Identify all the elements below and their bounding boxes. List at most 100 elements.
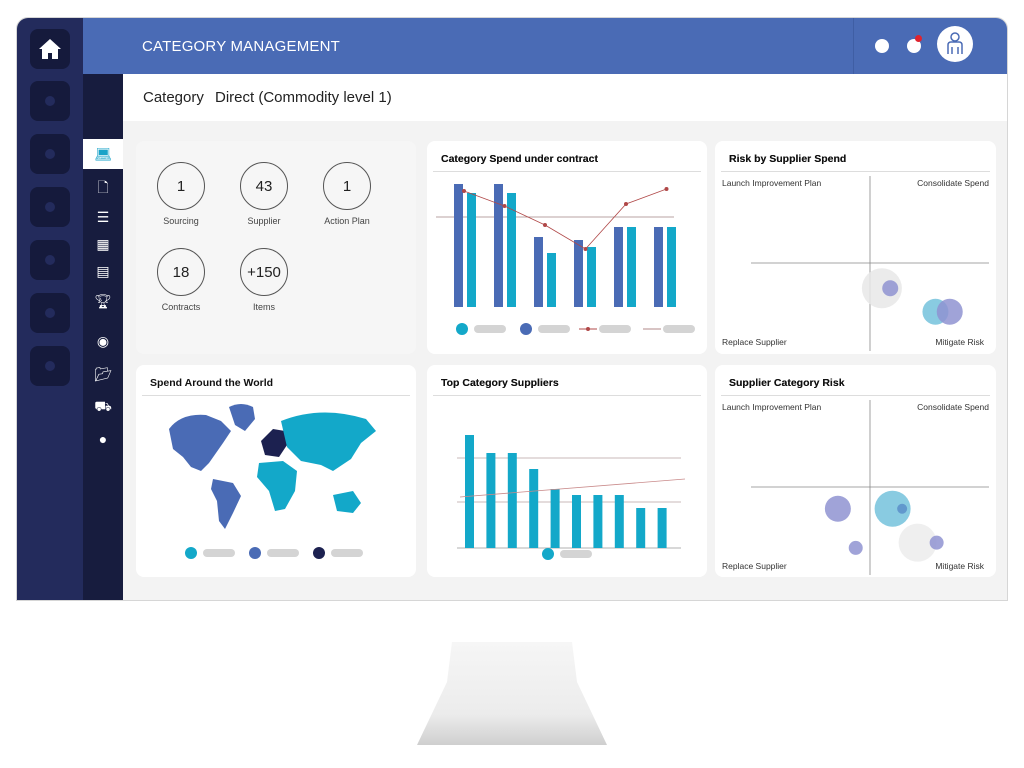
nav-list[interactable]: ☰ <box>83 205 123 229</box>
bubble <box>882 280 899 297</box>
line-point <box>543 223 547 227</box>
notifications-button[interactable] <box>907 35 922 53</box>
stat-supplier[interactable]: 43 Supplier <box>240 162 288 226</box>
stat-value: +150 <box>240 248 288 296</box>
nav-documents[interactable]: 🗋 <box>83 177 123 201</box>
legend-label <box>560 550 592 558</box>
stat-value: 1 <box>323 162 371 210</box>
avatar[interactable] <box>937 26 973 62</box>
stat-label: Items <box>252 302 275 312</box>
map-europe <box>261 429 287 457</box>
legend-label <box>267 549 299 557</box>
quadrant-label: Consolidate Spend <box>917 178 989 188</box>
stat-contracts[interactable]: 18 Contracts <box>157 248 205 312</box>
calendar-icon: ▦ <box>96 235 110 252</box>
stat-action-plan[interactable]: 1 Action Plan <box>323 162 371 226</box>
stat-sourcing[interactable]: 1 Sourcing <box>157 162 205 226</box>
user-icon <box>947 32 963 54</box>
bar <box>667 227 676 307</box>
line-point <box>502 204 507 208</box>
card-spend-world: Spend Around the World <box>136 365 416 577</box>
nav-truck[interactable]: ⛟ <box>83 395 123 419</box>
map-north-america <box>169 414 231 471</box>
folder-icon: 📂︎ <box>94 365 112 382</box>
line-point <box>664 187 669 191</box>
stat-label: Action Plan <box>324 216 370 226</box>
app-button[interactable] <box>30 81 70 121</box>
bar <box>550 489 560 548</box>
card-title: Spend Around the World <box>150 377 274 389</box>
legend-label <box>599 325 631 333</box>
bubble <box>824 495 851 522</box>
legend-marker <box>542 548 554 560</box>
card-supplier-category-risk: Supplier Category Risk Supplier Category… <box>715 365 996 577</box>
app-button[interactable] <box>30 293 70 333</box>
bubble <box>848 540 863 555</box>
map-africa <box>257 461 297 511</box>
bubble <box>936 298 963 325</box>
notification-badge <box>915 35 922 42</box>
bar <box>627 227 636 307</box>
legend-marker <box>520 323 532 335</box>
nav-folder[interactable]: 📂︎ <box>83 362 123 386</box>
nav-trophy[interactable]: 🏆︎ <box>83 289 123 313</box>
nav-chat[interactable]: ● <box>83 427 123 451</box>
section-nav: 💻︎ 🗋 ☰ ▦ ▤ 🏆︎ ◉ 📂︎ ⛟ ● <box>83 74 123 600</box>
list-icon: ☰ <box>96 208 110 225</box>
nav-money[interactable]: ▤ <box>83 259 123 283</box>
app-button[interactable] <box>30 240 70 280</box>
bar <box>572 495 581 548</box>
app-button[interactable] <box>30 346 70 386</box>
app-rail <box>17 18 83 600</box>
quadrant-label: Launch Improvement Plan <box>722 178 822 188</box>
bar <box>614 495 624 548</box>
bar <box>587 247 596 307</box>
category-value[interactable]: Direct (Commodity level 1) <box>215 89 392 106</box>
bar <box>593 495 603 548</box>
legend-marker <box>313 547 325 559</box>
supplier-risk-scatter <box>751 400 989 575</box>
bar <box>614 227 623 307</box>
home-icon <box>39 39 61 59</box>
bar <box>467 193 476 307</box>
stat-items[interactable]: +150 Items <box>240 248 288 312</box>
quadrant-label: Replace Supplier <box>722 561 787 571</box>
app-button[interactable] <box>30 187 70 227</box>
home-button[interactable] <box>30 29 70 69</box>
bar <box>547 253 556 307</box>
category-bar: Category Direct (Commodity level 1) <box>123 74 1007 121</box>
top-suppliers-chart <box>457 435 686 549</box>
trophy-icon: 🏆︎ <box>94 292 112 309</box>
line-point <box>462 189 466 193</box>
stat-value: 18 <box>157 248 205 296</box>
chat-icon: ● <box>98 431 108 447</box>
quadrant-label: Mitigate Risk <box>935 561 984 571</box>
nav-calendar[interactable]: ▦ <box>83 232 123 256</box>
map-asia <box>281 412 376 471</box>
legend-marker <box>643 328 661 330</box>
card-risk-supplier-spend: Risk by Supplier Spend Risk by Supplier … <box>715 141 996 354</box>
documents-icon: 🗋 <box>97 179 109 195</box>
quadrant-label: Replace Supplier <box>722 337 787 347</box>
nav-dashboard[interactable]: 💻︎ <box>83 139 123 169</box>
laptop-icon: 💻︎ <box>94 145 112 162</box>
stat-label: Sourcing <box>163 216 199 226</box>
stat-label: Contracts <box>161 302 201 312</box>
line-point <box>583 247 588 251</box>
spend-contract-chart <box>436 184 676 307</box>
risk-spend-scatter <box>751 176 989 351</box>
menu-button[interactable] <box>875 39 889 53</box>
header: CATEGORY MANAGEMENT <box>83 18 1007 74</box>
legend-marker <box>579 327 597 331</box>
card-top-suppliers: Top Category Suppliers Top Category Supp… <box>427 365 707 577</box>
divider <box>853 18 854 74</box>
nav-binoculars[interactable]: ◉ <box>83 329 123 353</box>
bar <box>465 435 474 548</box>
app-button[interactable] <box>30 134 70 174</box>
legend-label <box>538 325 570 333</box>
stat-label: Supplier <box>247 216 281 226</box>
legend-label <box>474 325 506 333</box>
line-point <box>624 202 628 206</box>
category-label: Category <box>143 89 204 106</box>
card-spend-under-contract: Category Spend under contract Category S… <box>427 141 707 354</box>
